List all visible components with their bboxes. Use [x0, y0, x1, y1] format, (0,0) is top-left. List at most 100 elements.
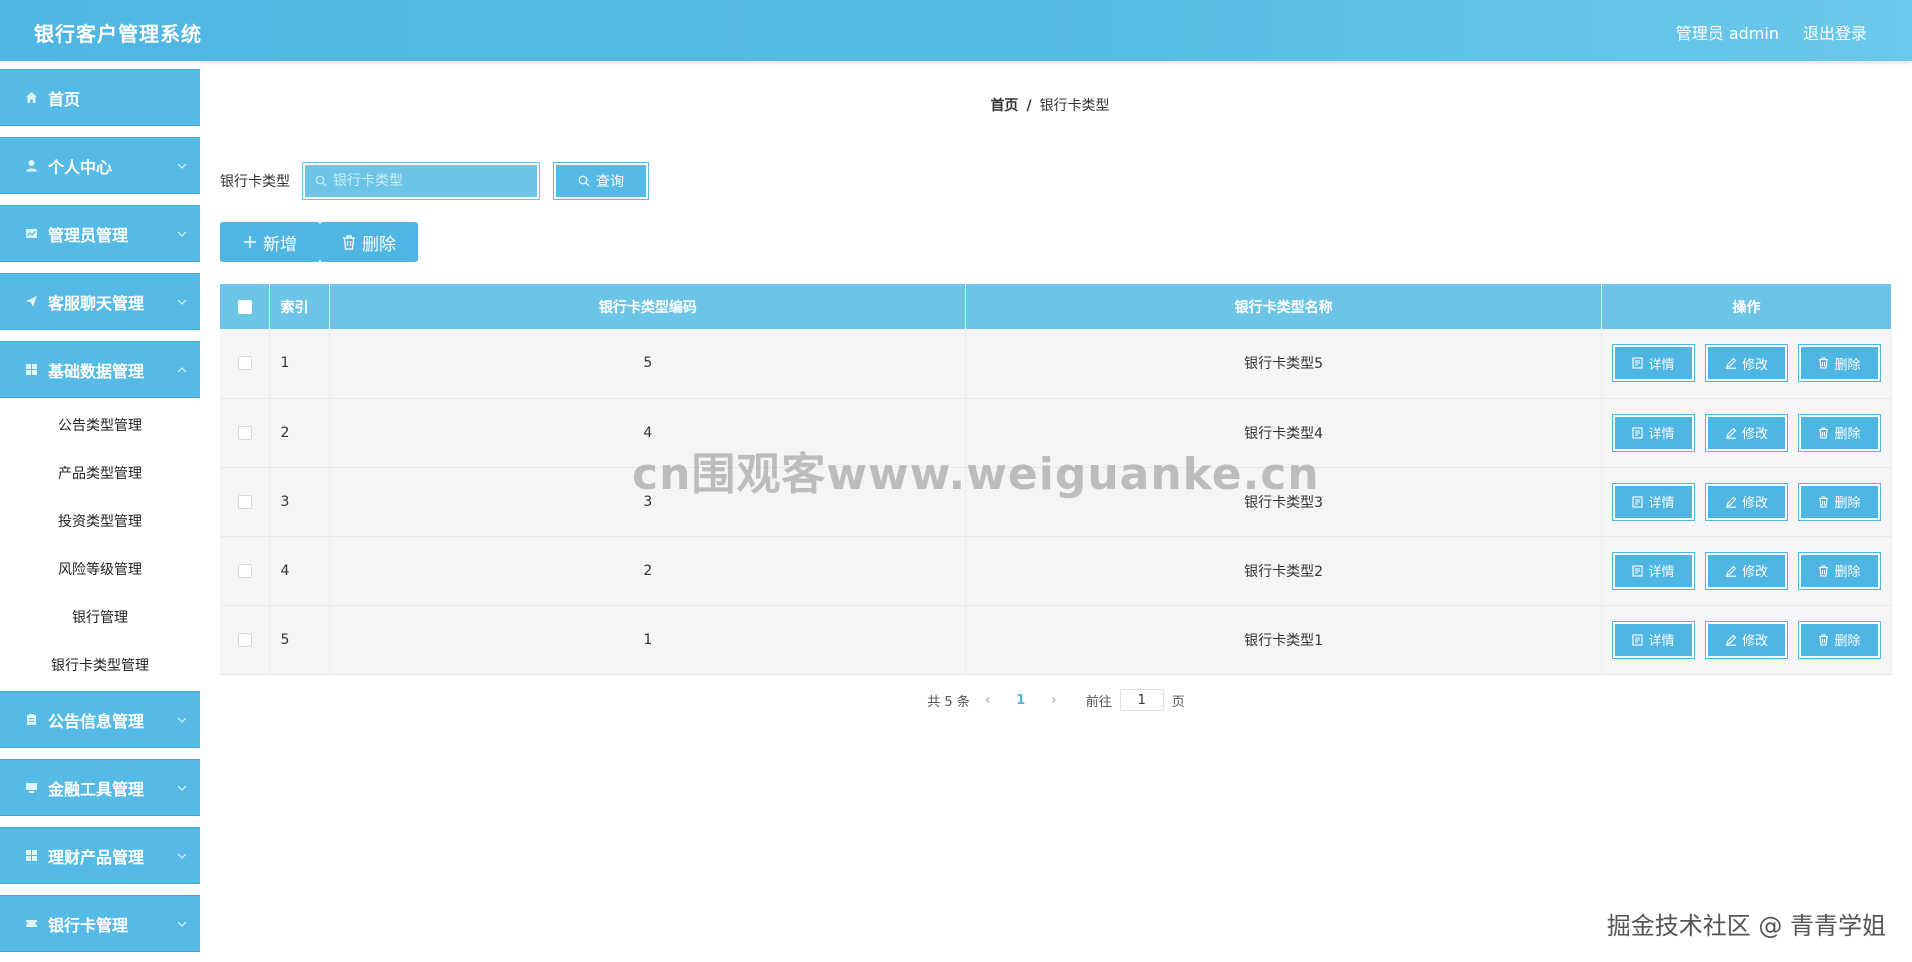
- sidebar-item-basic-data[interactable]: 基础数据管理: [0, 339, 200, 401]
- sidebar-sub-risk-level[interactable]: 风险等级管理: [0, 545, 200, 593]
- sidebar-item-wealth-products[interactable]: 理财产品管理: [0, 825, 200, 887]
- row-code: 4: [329, 398, 967, 468]
- sidebar-item-notice[interactable]: 公告信息管理: [0, 689, 200, 751]
- add-button[interactable]: 新增: [220, 222, 320, 262]
- edit-button[interactable]: 修改: [1706, 552, 1787, 589]
- trash-icon: [1819, 357, 1829, 369]
- logout-link[interactable]: 退出登录: [1803, 20, 1867, 44]
- page-number[interactable]: 1: [1006, 693, 1036, 708]
- detail-button-label: 详情: [1648, 427, 1675, 442]
- search-label: 银行卡类型: [220, 174, 290, 190]
- trash-icon: [1819, 633, 1829, 646]
- row-ops-group: 详情 修改 删除: [1602, 345, 1891, 382]
- delete-button-label: 删除: [1834, 427, 1861, 442]
- detail-button-label: 详情: [1648, 565, 1675, 580]
- edit-button[interactable]: 修改: [1706, 621, 1787, 658]
- sidebar-item-label: 银行卡管理: [48, 915, 129, 935]
- row-index: 3: [269, 467, 331, 537]
- row-checkbox[interactable]: [237, 425, 252, 440]
- plus-icon: [244, 236, 256, 248]
- delete-button[interactable]: 删除: [1799, 345, 1880, 382]
- header-right: 管理员 admin 退出登录: [1676, 20, 1867, 44]
- detail-button[interactable]: 详情: [1613, 345, 1694, 382]
- detail-button[interactable]: 详情: [1613, 483, 1694, 520]
- admin-user-label[interactable]: 管理员 admin: [1676, 20, 1779, 44]
- batch-delete-button[interactable]: 删除: [320, 222, 418, 262]
- chevron-down-icon: [177, 921, 187, 927]
- delete-button-label: 删除: [1834, 565, 1861, 580]
- top-header: 银行客户管理系统 管理员 admin 退出登录: [0, 0, 1912, 61]
- pagination-total: 共 5 条: [927, 694, 970, 710]
- table-row: 2 4 银行卡类型4 详情 修改 删除: [220, 398, 1892, 468]
- sidebar-sub-invest-type[interactable]: 投资类型管理: [0, 497, 200, 545]
- delete-button-label: 删除: [1834, 634, 1861, 649]
- trash-icon: [1819, 564, 1829, 577]
- monitor-icon: [24, 781, 38, 795]
- sidebar-sub-bankcard-type[interactable]: 银行卡类型管理: [0, 641, 200, 689]
- header-code: 银行卡类型编码: [329, 284, 967, 329]
- user-icon: [24, 159, 38, 173]
- chart-icon: [24, 227, 38, 241]
- sidebar-item-bankcard[interactable]: 银行卡管理: [0, 893, 200, 955]
- breadcrumb-home[interactable]: 首页: [990, 98, 1018, 114]
- prev-page-icon[interactable]: ‹: [978, 693, 998, 708]
- goto-page-input[interactable]: [1119, 689, 1164, 711]
- sidebar-sub-notice-type[interactable]: 公告类型管理: [0, 401, 200, 449]
- table-row: 4 2 银行卡类型2 详情 修改 删除: [220, 536, 1892, 606]
- table-row: 3 3 银行卡类型3 详情 修改 删除: [220, 467, 1892, 537]
- sidebar-sub-product-type[interactable]: 产品类型管理: [0, 449, 200, 497]
- pagination: 共 5 条 ‹ 1 › 前往 页: [200, 689, 1912, 711]
- delete-button[interactable]: 删除: [1799, 414, 1880, 451]
- sidebar-item-home[interactable]: 首页: [0, 67, 200, 129]
- row-checkbox[interactable]: [237, 563, 252, 578]
- delete-button[interactable]: 删除: [1799, 621, 1880, 658]
- next-page-icon[interactable]: ›: [1044, 693, 1064, 708]
- detail-button[interactable]: 详情: [1613, 414, 1694, 451]
- grid-icon: [24, 849, 38, 863]
- row-checkbox[interactable]: [237, 632, 252, 647]
- sidebar-item-label: 管理员管理: [48, 225, 129, 245]
- delete-button[interactable]: 删除: [1799, 552, 1880, 589]
- search-icon: [578, 175, 590, 187]
- main-content: 首页 / 银行卡类型 银行卡类型 查询 新增 删除 索引 银行卡类型编码 银行卡类型…: [200, 61, 1912, 962]
- query-button[interactable]: 查询: [554, 163, 648, 199]
- sidebar-item-profile[interactable]: 个人中心: [0, 135, 200, 197]
- row-ops-group: 详情 修改 删除: [1602, 483, 1891, 520]
- edit-icon: [1725, 496, 1737, 508]
- sidebar-item-label: 客服聊天管理: [48, 293, 145, 313]
- detail-button-label: 详情: [1648, 496, 1675, 511]
- edit-icon: [1725, 634, 1737, 646]
- bankcard-type-table: 索引 银行卡类型编码 银行卡类型名称 操作 1 5 银行卡类型5 详情 修改 删除 2 4 银行…: [220, 284, 1892, 675]
- search-input[interactable]: [333, 173, 533, 189]
- detail-button[interactable]: 详情: [1613, 552, 1694, 589]
- edit-button[interactable]: 修改: [1706, 483, 1787, 520]
- sidebar-sub-bank[interactable]: 银行管理: [0, 593, 200, 641]
- sidebar-item-chat[interactable]: 客服聊天管理: [0, 271, 200, 333]
- row-checkbox[interactable]: [237, 356, 252, 371]
- row-code: 5: [329, 329, 967, 399]
- row-select-cell: [220, 398, 271, 468]
- sidebar-item-admin[interactable]: 管理员管理: [0, 203, 200, 265]
- document-icon: [1632, 495, 1644, 508]
- row-ops-group: 详情 修改 删除: [1602, 414, 1891, 451]
- query-button-label: 查询: [596, 174, 624, 190]
- trash-icon: [1819, 495, 1829, 508]
- sidebar-item-finance-tools[interactable]: 金融工具管理: [0, 757, 200, 819]
- edit-button[interactable]: 修改: [1706, 345, 1787, 382]
- ticket-icon: [24, 917, 38, 931]
- chevron-down-icon: [177, 299, 187, 305]
- edit-button[interactable]: 修改: [1706, 414, 1787, 451]
- chevron-down-icon: [177, 163, 187, 169]
- detail-button[interactable]: 详情: [1613, 621, 1694, 658]
- edit-button-label: 修改: [1741, 565, 1768, 580]
- delete-button[interactable]: 删除: [1799, 483, 1880, 520]
- header-name: 银行卡类型名称: [965, 284, 1602, 329]
- select-all-checkbox[interactable]: [237, 299, 252, 314]
- header-index: 索引: [269, 284, 331, 329]
- row-code: 2: [329, 536, 967, 606]
- row-checkbox[interactable]: [237, 494, 252, 509]
- chevron-down-icon: [177, 231, 187, 237]
- row-index: 2: [269, 398, 331, 468]
- chevron-down-icon: [177, 717, 187, 723]
- select-all-cell: [220, 284, 271, 329]
